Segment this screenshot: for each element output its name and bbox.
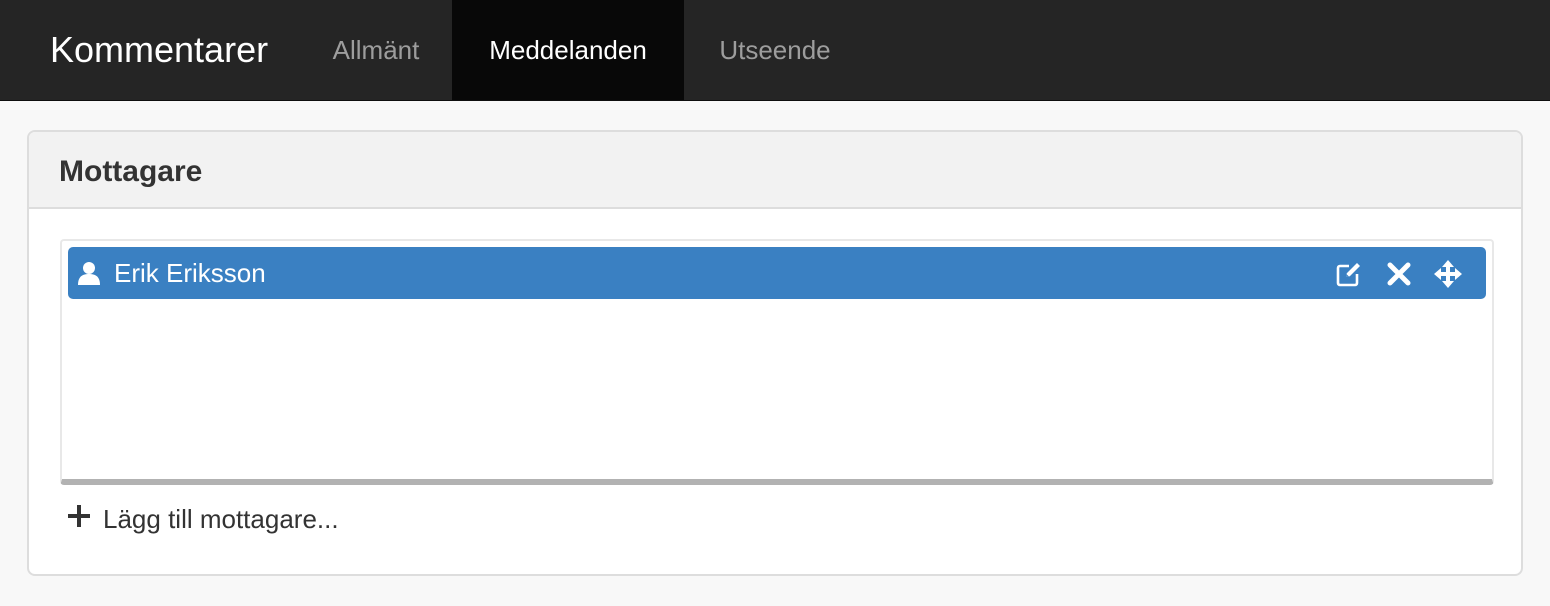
panel-title: Mottagare — [59, 155, 203, 188]
edit-icon[interactable] — [1334, 259, 1364, 289]
user-icon — [78, 262, 100, 285]
add-recipient-label: Lägg till mottagare... — [103, 504, 339, 534]
tab-utseende[interactable]: Utseende — [694, 0, 856, 100]
recipient-item[interactable]: Erik Eriksson — [68, 247, 1486, 299]
recipients-panel: Mottagare Erik Eriksson Lägg till mottag… — [27, 130, 1523, 576]
recipient-name: Erik Eriksson — [114, 258, 266, 288]
app-brand[interactable]: Kommentarer — [50, 0, 268, 100]
recipient-list: Erik Eriksson — [60, 239, 1494, 485]
panel-heading: Mottagare — [29, 132, 1521, 209]
tab-meddelanden[interactable]: Meddelanden — [452, 0, 684, 100]
close-icon[interactable] — [1384, 259, 1414, 289]
plus-icon — [68, 505, 90, 527]
top-navbar: Kommentarer Allmänt Meddelanden Utseende — [0, 0, 1550, 101]
tab-allmant[interactable]: Allmänt — [310, 0, 442, 100]
move-icon[interactable] — [1433, 259, 1463, 289]
